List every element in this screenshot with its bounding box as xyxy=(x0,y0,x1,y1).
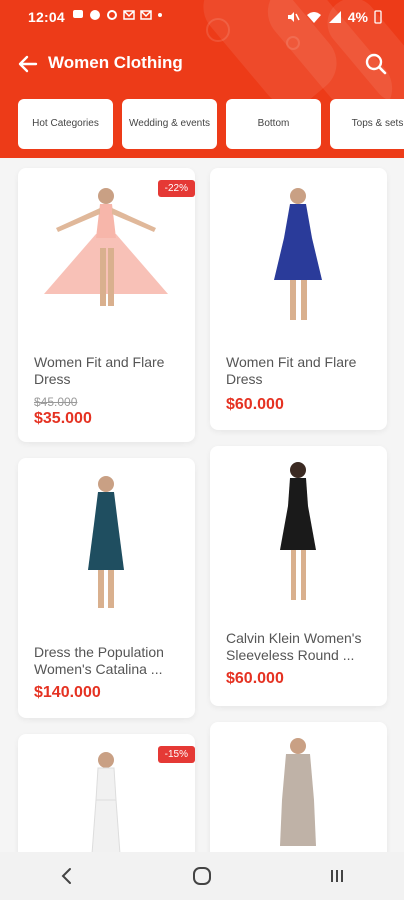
product-price: $60.000 xyxy=(226,670,284,687)
category-chip-tops[interactable]: Tops & sets xyxy=(330,99,404,149)
product-name: Calvin Klein Women's Sleeveless Round ..… xyxy=(226,630,362,663)
chip-label: Hot Categories xyxy=(32,118,99,129)
product-name: Women Fit and Flare Dress xyxy=(226,354,357,387)
system-nav-bar xyxy=(0,852,404,900)
discount-badge: -22% xyxy=(157,180,195,197)
search-icon[interactable] xyxy=(362,50,390,78)
status-time: 12:04 xyxy=(28,9,65,25)
mail-icon xyxy=(123,10,135,20)
wifi-icon xyxy=(306,12,321,23)
page-title: Women Clothing xyxy=(48,53,183,72)
home-circle-icon xyxy=(192,867,211,885)
product-name: Women Fit and Flare Dress xyxy=(34,354,165,387)
battery-icon xyxy=(374,10,382,24)
app-bar: Women Clothing xyxy=(0,40,404,88)
dress-image xyxy=(274,188,322,320)
product-grid: -22% Women Fit and Flare Dress $45.000 $… xyxy=(0,158,404,852)
nav-home-button[interactable] xyxy=(187,861,217,891)
mute-icon xyxy=(287,12,300,22)
chip-label: Tops & sets xyxy=(351,118,404,129)
dress-image xyxy=(88,476,124,608)
chip-label: Bottom xyxy=(257,118,290,129)
notification-icons xyxy=(72,9,163,21)
product-card[interactable]: -15% xyxy=(18,734,195,852)
nav-back-button[interactable] xyxy=(52,861,82,891)
status-bar: 12:04 4% xyxy=(0,0,404,34)
product-price: $35.000 xyxy=(34,410,92,427)
dress-image xyxy=(280,462,316,600)
battery-percent: 4% xyxy=(347,9,368,25)
product-card[interactable] xyxy=(210,722,387,852)
chip-label: Wedding & events xyxy=(129,118,210,129)
signal-icon xyxy=(328,11,341,23)
product-price: $140.000 xyxy=(34,684,101,701)
settings-icon xyxy=(107,10,117,20)
chat-icon xyxy=(73,10,83,18)
back-chevron-icon xyxy=(61,868,72,884)
mail-icon xyxy=(140,10,152,20)
product-price: $60.000 xyxy=(226,396,284,413)
app-header: 12:04 4% Women Clothing Hot Categories W… xyxy=(0,0,404,158)
back-arrow-icon[interactable] xyxy=(14,50,42,78)
messenger-icon xyxy=(90,10,100,20)
product-name: Dress the Population Women's Catalina ..… xyxy=(34,644,164,677)
product-card[interactable]: Dress the Population Women's Catalina ..… xyxy=(18,458,195,718)
category-chip-bottom[interactable]: Bottom xyxy=(226,99,321,149)
product-card[interactable]: Women Fit and Flare Dress $60.000 xyxy=(210,168,387,430)
old-price: $45.000 xyxy=(34,395,78,409)
category-chips: Hot Categories Wedding & events Bottom T… xyxy=(18,99,404,149)
discount-badge: -15% xyxy=(157,746,195,763)
product-card[interactable]: -22% Women Fit and Flare Dress $45.000 $… xyxy=(18,168,195,442)
category-chip-wedding[interactable]: Wedding & events xyxy=(122,99,217,149)
product-card[interactable]: Calvin Klein Women's Sleeveless Round ..… xyxy=(210,446,387,706)
nav-recents-button[interactable] xyxy=(322,861,352,891)
dot-icon xyxy=(158,13,162,17)
dress-image xyxy=(280,738,316,846)
status-right: 4% xyxy=(286,9,382,25)
recents-icon xyxy=(330,870,343,882)
category-chip-hot[interactable]: Hot Categories xyxy=(18,99,113,149)
